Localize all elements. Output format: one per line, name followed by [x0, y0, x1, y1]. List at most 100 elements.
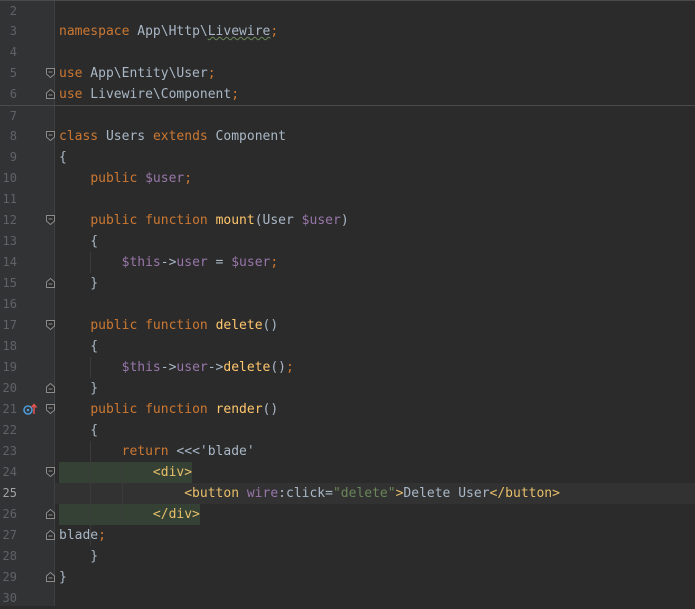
code-text[interactable]: { [59, 420, 98, 441]
line-number: 12 [2, 213, 17, 227]
code-text[interactable]: { [59, 336, 98, 357]
code-text[interactable]: { [59, 147, 67, 168]
code-line[interactable]: 12 public function mount(User $user) [0, 210, 695, 231]
code-text[interactable]: } [59, 273, 98, 294]
code-text[interactable]: public function delete() [59, 315, 278, 336]
code-text[interactable]: namespace App\Http\Livewire; [59, 21, 278, 42]
code-line[interactable]: 5 use App\Entity\User; [0, 63, 695, 84]
code-line[interactable]: 4 [0, 42, 695, 63]
line-number: 4 [9, 45, 17, 59]
code-line[interactable]: 22 { [0, 420, 695, 441]
code-line[interactable]: 19 $this->user->delete(); [0, 357, 695, 378]
code-line[interactable]: 17 public function delete() [0, 315, 695, 336]
override-method-icon[interactable] [23, 403, 38, 416]
code-line[interactable]: 18 { [0, 336, 695, 357]
line-number: 18 [2, 339, 17, 353]
code-token: </div> [152, 507, 200, 522]
line-background [55, 336, 695, 357]
fold-end-icon[interactable] [46, 509, 55, 519]
code-token: Livewire [207, 24, 271, 39]
fold-start-icon[interactable] [46, 467, 55, 477]
code-line[interactable]: 26 </div> [0, 504, 695, 525]
code-line[interactable]: 21 public function render() [0, 399, 695, 420]
code-line[interactable]: 6 use Livewire\Component; [0, 84, 695, 105]
code-text[interactable]: $this->user = $user; [59, 252, 279, 273]
code-text[interactable]: use App\Entity\User; [59, 63, 216, 84]
code-editor[interactable]: 2 3 namespace App\Http\Livewire; 4 5 use App\… [0, 0, 695, 606]
line-number: 21 [2, 402, 17, 416]
code-text[interactable]: class Users extends Component [59, 126, 286, 147]
code-token: $user [145, 171, 185, 186]
code-token: ; [184, 171, 193, 186]
code-text[interactable]: public function render() [59, 399, 278, 420]
fold-end-icon[interactable] [46, 89, 55, 99]
code-token: { [59, 423, 99, 438]
code-line[interactable]: 7 [0, 105, 695, 126]
code-line[interactable]: 28 } [0, 546, 695, 567]
line-number: 16 [2, 297, 17, 311]
code-line[interactable]: 3 namespace App\Http\Livewire; [0, 21, 695, 42]
code-line[interactable]: 23 return <<<'blade' [0, 441, 695, 462]
code-line[interactable]: 13 { [0, 231, 695, 252]
fold-end-icon[interactable] [46, 530, 55, 540]
code-line[interactable]: 29} [0, 567, 695, 588]
code-line[interactable]: 20 } [0, 378, 695, 399]
code-line[interactable]: 15 } [0, 273, 695, 294]
code-text[interactable]: blade; [59, 525, 106, 546]
code-text[interactable]: { [59, 231, 98, 252]
code-token: () [262, 318, 279, 333]
code-token: </button> [489, 486, 560, 501]
line-background [55, 231, 695, 252]
code-line[interactable]: 2 [0, 0, 695, 21]
fold-start-icon[interactable] [46, 68, 55, 78]
code-token: $user [231, 255, 271, 270]
code-token: public [90, 171, 138, 186]
code-line[interactable]: 24 <div> [0, 462, 695, 483]
code-text[interactable]: return <<<'blade' [59, 441, 255, 462]
code-text[interactable]: } [59, 546, 98, 567]
code-token: = [207, 255, 232, 270]
line-number: 27 [2, 528, 17, 542]
fold-start-icon[interactable] [46, 320, 55, 330]
code-token: <div> [152, 465, 193, 480]
code-token: Users [98, 129, 153, 144]
code-line[interactable]: 10 public $user; [0, 168, 695, 189]
fold-start-icon[interactable] [46, 215, 55, 225]
code-token: delete [223, 360, 271, 375]
code-text[interactable]: <div> [59, 462, 192, 483]
code-text[interactable]: public function mount(User $user) [59, 210, 348, 231]
line-background [55, 378, 695, 399]
code-text[interactable]: } [59, 567, 67, 588]
fold-end-icon[interactable] [46, 278, 55, 288]
line-background [55, 42, 695, 63]
code-line[interactable]: 16 [0, 294, 695, 315]
line-number: 19 [2, 360, 17, 374]
code-line[interactable]: 9{ [0, 147, 695, 168]
fold-end-icon[interactable] [46, 383, 55, 393]
fold-end-icon[interactable] [46, 572, 55, 582]
code-token: Delete User [403, 486, 490, 501]
code-text[interactable]: <button wire:click="delete">Delete User<… [59, 483, 560, 504]
code-text[interactable]: public $user; [59, 168, 192, 189]
code-token: () [262, 402, 279, 417]
code-line[interactable]: 8 class Users extends Component [0, 126, 695, 147]
line-number: 23 [2, 444, 17, 458]
fold-start-icon[interactable] [46, 404, 55, 414]
fold-start-icon[interactable] [46, 131, 55, 141]
code-text[interactable]: } [59, 378, 98, 399]
code-text[interactable]: </div> [59, 504, 200, 525]
line-background [55, 273, 695, 294]
code-line[interactable]: 25 <button wire:click="delete">Delete Us… [0, 483, 695, 504]
code-line[interactable]: 14 $this->user = $user; [0, 252, 695, 273]
code-token: wire [246, 486, 279, 501]
code-line[interactable]: 11 [0, 189, 695, 210]
code-text[interactable]: use Livewire\Component; [59, 84, 239, 105]
code-line[interactable]: 27 blade; [0, 525, 695, 546]
code-token: ; [231, 87, 240, 102]
code-text[interactable]: $this->user->delete(); [59, 357, 294, 378]
line-number: 26 [2, 507, 17, 521]
code-token: App\Http\ [129, 24, 208, 39]
